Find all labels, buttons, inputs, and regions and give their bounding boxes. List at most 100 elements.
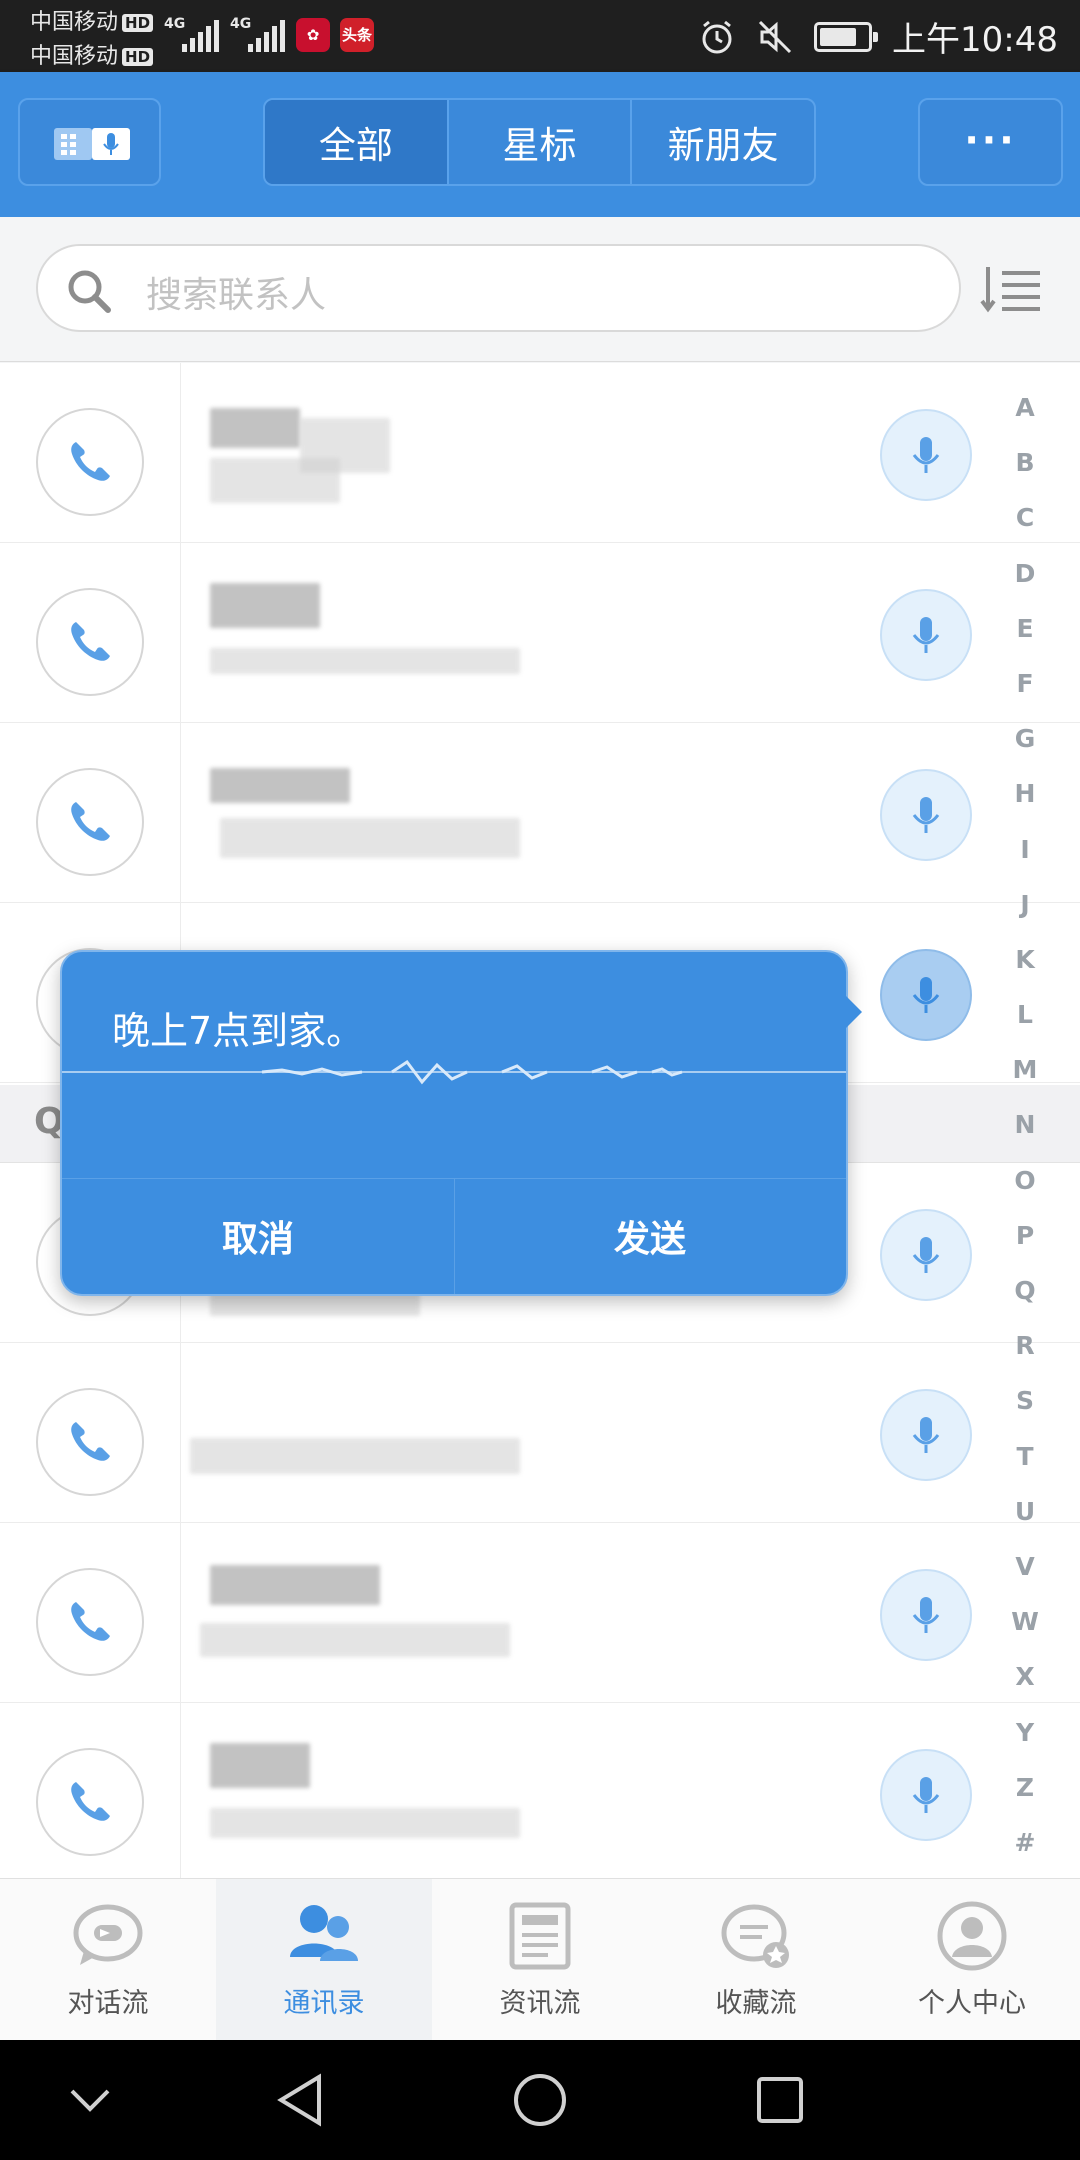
alphabet-letter[interactable]: T <box>1016 1429 1033 1484</box>
alphabet-letter[interactable]: N <box>1015 1097 1036 1152</box>
nav-label: 通讯录 <box>283 1988 365 2019</box>
tab-starred[interactable]: 星标 <box>449 100 633 184</box>
favorites-icon <box>721 1904 789 1968</box>
microphone-icon <box>912 1597 940 1633</box>
alphabet-letter[interactable]: E <box>1016 601 1033 656</box>
tab-all[interactable]: 全部 <box>265 100 449 184</box>
call-button[interactable] <box>36 1568 144 1676</box>
voice-message-button[interactable] <box>880 589 972 681</box>
tab-new-friends[interactable]: 新朋友 <box>632 100 814 184</box>
voice-message-button[interactable] <box>880 1209 972 1301</box>
call-button[interactable] <box>36 1388 144 1496</box>
alphabet-letter[interactable]: R <box>1015 1318 1034 1373</box>
home-circle-icon <box>514 2074 566 2126</box>
alphabet-letter[interactable]: # <box>1015 1815 1036 1870</box>
nav-item-favorites[interactable]: 收藏流 <box>648 1879 864 2040</box>
carrier-1: 中国移动 HD <box>30 4 154 36</box>
call-button[interactable] <box>36 408 144 516</box>
back-button[interactable] <box>270 2070 330 2130</box>
battery-icon <box>814 21 879 52</box>
voice-message-button-active[interactable] <box>880 949 972 1041</box>
phone-icon <box>71 802 110 841</box>
voice-message-button[interactable] <box>880 1569 972 1661</box>
alphabet-letter[interactable]: B <box>1015 435 1034 490</box>
alphabet-letter[interactable]: Y <box>1016 1705 1034 1760</box>
alphabet-letter[interactable]: W <box>1011 1594 1039 1649</box>
alphabet-letter[interactable]: F <box>1016 656 1033 711</box>
alphabet-letter[interactable]: L <box>1017 987 1033 1042</box>
alphabet-letter[interactable]: G <box>1015 711 1036 766</box>
nav-label: 收藏流 <box>715 1988 797 2019</box>
alphabet-letter[interactable]: Z <box>1016 1760 1034 1815</box>
microphone-icon <box>912 797 940 833</box>
chevron-down-icon <box>70 2089 110 2112</box>
alphabet-letter[interactable]: J <box>1020 877 1029 932</box>
contact-number <box>200 1623 510 1657</box>
contact-name <box>210 583 320 628</box>
contact-row[interactable] <box>0 1703 1080 1878</box>
sort-icon[interactable] <box>980 265 1042 313</box>
carrier-2: 中国移动 HD <box>30 38 154 70</box>
contact-row[interactable] <box>0 1523 1080 1703</box>
signal-icon-2: 4G <box>230 16 285 52</box>
search-row: 搜索联系人 <box>0 217 1080 362</box>
audio-waveform <box>62 1059 846 1085</box>
contact-row[interactable] <box>0 723 1080 903</box>
call-button[interactable] <box>36 1748 144 1856</box>
alphabet-letter[interactable]: I <box>1020 822 1029 877</box>
contacts-icon <box>290 1905 358 1961</box>
bottom-nav: 对话流 通讯录 资讯流 收藏流 个人中心 <box>0 1878 1080 2040</box>
voice-message-dialog: 晚上7点到家。 取消 发送 <box>60 950 862 1296</box>
alphabet-letter[interactable]: U <box>1015 1484 1035 1539</box>
alphabet-letter[interactable]: P <box>1016 1208 1034 1263</box>
contact-row[interactable] <box>0 363 1080 543</box>
alphabet-index[interactable]: A B C D E F G H I J K L M N O P Q R S T U V W X Y Z # <box>1000 380 1050 1870</box>
voice-message-button[interactable] <box>880 1749 972 1841</box>
nav-item-conversations[interactable]: 对话流 <box>0 1879 216 2040</box>
recents-button[interactable] <box>750 2070 810 2130</box>
contact-row[interactable] <box>0 1343 1080 1523</box>
contact-name <box>210 1743 310 1788</box>
alphabet-letter[interactable]: X <box>1015 1649 1034 1704</box>
contact-tabs: 全部 星标 新朋友 <box>263 98 816 186</box>
nav-label: 对话流 <box>67 1988 149 2019</box>
search-placeholder: 搜索联系人 <box>146 275 327 316</box>
contact-name <box>210 1565 380 1605</box>
microphone-icon <box>912 1237 940 1273</box>
alphabet-letter[interactable]: C <box>1016 490 1034 545</box>
home-button[interactable] <box>510 2070 570 2130</box>
alphabet-letter[interactable]: A <box>1015 380 1034 435</box>
voice-keyboard-button[interactable] <box>18 98 161 186</box>
call-button[interactable] <box>36 588 144 696</box>
nav-item-profile[interactable]: 个人中心 <box>864 1879 1080 2040</box>
voice-message-button[interactable] <box>880 769 972 861</box>
voice-message-button[interactable] <box>880 1389 972 1481</box>
nav-item-contacts[interactable]: 通讯录 <box>216 1879 432 2040</box>
search-icon <box>68 270 111 313</box>
contact-number <box>220 818 520 858</box>
contact-row[interactable] <box>0 543 1080 723</box>
alphabet-letter[interactable]: K <box>1015 932 1034 987</box>
alphabet-letter[interactable]: S <box>1016 1373 1034 1428</box>
search-input[interactable]: 搜索联系人 <box>36 244 961 332</box>
voice-message-button[interactable] <box>880 409 972 501</box>
call-button[interactable] <box>36 768 144 876</box>
alphabet-letter[interactable]: M <box>1013 1042 1038 1097</box>
alphabet-letter[interactable]: V <box>1015 1539 1034 1594</box>
send-button[interactable]: 发送 <box>454 1178 846 1294</box>
alphabet-letter[interactable]: D <box>1015 546 1036 601</box>
system-nav-bar <box>0 2040 1080 2160</box>
phone-icon <box>71 442 110 481</box>
news-icon <box>509 1902 571 1970</box>
alphabet-letter[interactable]: H <box>1015 766 1036 821</box>
hide-nav-button[interactable] <box>60 2070 120 2130</box>
nav-item-news[interactable]: 资讯流 <box>432 1879 648 2040</box>
more-button[interactable]: ··· <box>918 98 1063 186</box>
phone-icon <box>71 1602 110 1641</box>
phone-icon <box>71 1782 110 1821</box>
alphabet-letter[interactable]: O <box>1014 1153 1035 1208</box>
cancel-button[interactable]: 取消 <box>62 1178 454 1294</box>
voice-keyboard-icon <box>54 128 130 160</box>
microphone-icon <box>912 977 940 1013</box>
alphabet-letter[interactable]: Q <box>1014 1263 1035 1318</box>
